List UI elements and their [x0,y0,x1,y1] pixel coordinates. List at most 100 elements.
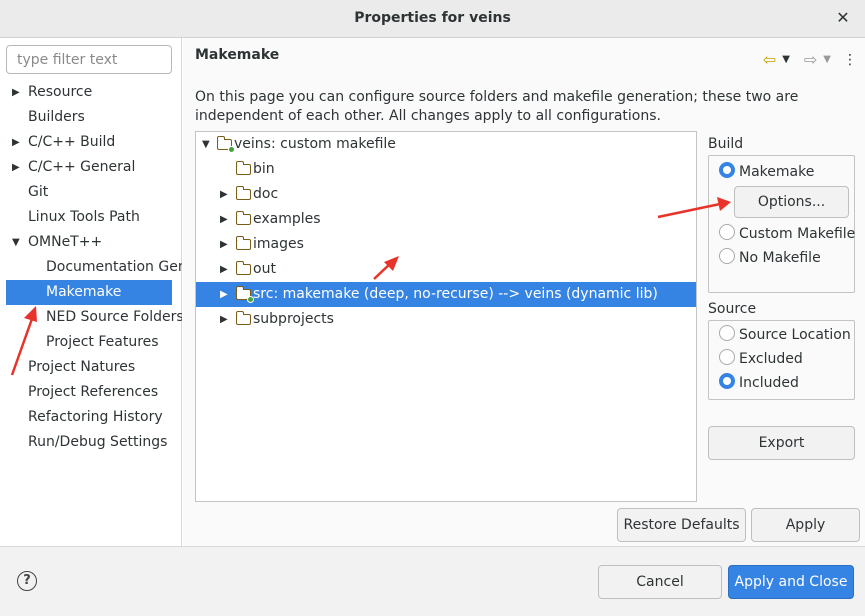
tree-row-label: doc [253,186,279,202]
source-folder-tree[interactable]: ▼ veins: custom makefile bin ▶ doc ▶ exa… [195,131,697,502]
radio-indicator[interactable] [719,325,735,341]
tree-row-label: subprojects [253,311,334,327]
expand-arrow-icon[interactable]: ▶ [220,182,228,207]
makemake-radio[interactable]: Makemake [719,161,814,183]
sidebar-item-cpp-general[interactable]: ▶ C/C++ General [0,155,182,180]
sidebar-item-cpp-build[interactable]: ▶ C/C++ Build [0,130,182,155]
expand-arrow-icon[interactable]: ▶ [12,80,20,105]
forward-menu-icon[interactable]: ▼ [823,54,831,65]
sidebar-item-project-natures[interactable]: Project Natures [0,355,182,380]
dialog-footer: ? Cancel Apply and Close [0,546,865,616]
radio-indicator[interactable] [719,349,735,365]
property-page-list: ▶ Resource Builders ▶ C/C++ Build ▶ C/C+… [0,80,182,455]
sidebar-item-label: Resource [28,84,93,100]
sidebar-item-label: Builders [28,109,85,125]
tree-row-bin[interactable]: bin [196,157,696,182]
title-bar: Properties for veins ✕ [0,0,865,38]
expand-arrow-icon[interactable]: ▶ [220,282,228,307]
sidebar-item-ned-source-folders[interactable]: NED Source Folders [0,305,182,330]
radio-label: Makemake [739,164,815,180]
close-icon[interactable]: ✕ [833,8,853,28]
sidebar-item-omnetpp[interactable]: ▼ OMNeT++ [0,230,182,255]
tree-row-examples[interactable]: ▶ examples [196,207,696,232]
main-panel: Makemake ⇦ ▼ ⇨ ▼ ⋮ On this page you can … [183,38,865,546]
tree-row-images[interactable]: ▶ images [196,232,696,257]
tree-row-label: veins: custom makefile [234,136,396,152]
cancel-button[interactable]: Cancel [598,565,722,599]
sidebar-item-label: C/C++ Build [28,134,116,150]
sidebar-item-linux-tools-path[interactable]: Linux Tools Path [0,205,182,230]
no-makefile-radio[interactable]: No Makefile [719,247,821,269]
expand-arrow-icon[interactable]: ▶ [12,155,20,180]
included-radio[interactable]: Included [719,372,799,394]
sidebar-item-label: Run/Debug Settings [28,434,168,450]
tree-row-out[interactable]: ▶ out [196,257,696,282]
sidebar-item-refactoring-history[interactable]: Refactoring History [0,405,182,430]
expand-arrow-icon[interactable]: ▶ [12,130,20,155]
sidebar-item-label: NED Source Folders [46,309,182,325]
radio-indicator[interactable] [719,224,735,240]
tree-row-doc[interactable]: ▶ doc [196,182,696,207]
export-button[interactable]: Export [708,426,855,460]
collapse-arrow-icon[interactable]: ▼ [202,132,210,157]
filter-input[interactable] [6,45,172,74]
page-description: On this page you can configure source fo… [195,89,799,124]
folder-icon [235,186,251,200]
restore-defaults-button[interactable]: Restore Defaults [617,508,746,542]
expand-arrow-icon[interactable]: ▶ [220,207,228,232]
help-icon[interactable]: ? [17,571,37,591]
window-title: Properties for veins [354,10,511,26]
tree-row-label: images [253,236,304,252]
tree-row-src[interactable]: ▶ src: makemake (deep, no-recurse) --> v… [196,282,696,307]
radio-label: Excluded [739,351,803,367]
sidebar-item-label: Project References [28,384,159,400]
sidebar-item-label: Project Features [46,334,159,350]
sidebar-item-label: Git [28,184,49,200]
forward-arrow-icon[interactable]: ⇨ [804,50,817,69]
radio-label: No Makefile [739,250,821,266]
sidebar-item-git[interactable]: Git [0,180,182,205]
sidebar-item-resource[interactable]: ▶ Resource [0,80,182,105]
sidebar-item-builders[interactable]: Builders [0,105,182,130]
page-title: Makemake [195,47,280,63]
history-controls: ⇦ ▼ ⇨ ▼ ⋮ [763,50,857,69]
expand-arrow-icon[interactable]: ▶ [220,257,228,282]
radio-indicator[interactable] [719,373,735,389]
custom-makefile-radio[interactable]: Custom Makefile [719,223,855,245]
radio-indicator[interactable] [719,248,735,264]
expand-arrow-icon[interactable]: ▶ [220,307,228,332]
tree-row-root[interactable]: ▼ veins: custom makefile [196,132,696,157]
back-arrow-icon[interactable]: ⇦ [763,50,776,69]
radio-label: Source Location [739,327,851,343]
back-menu-icon[interactable]: ▼ [782,54,790,65]
sidebar: ▶ Resource Builders ▶ C/C++ Build ▶ C/C+… [0,38,182,546]
options-button[interactable]: Options... [734,186,849,218]
apply-button[interactable]: Apply [751,508,860,542]
excluded-radio[interactable]: Excluded [719,348,803,370]
build-group-label: Build [708,136,744,152]
folder-icon [235,261,251,275]
collapse-arrow-icon[interactable]: ▼ [12,230,20,255]
sidebar-item-label: C/C++ General [28,159,136,175]
sidebar-item-run-debug-settings[interactable]: Run/Debug Settings [0,430,182,455]
source-location-radio[interactable]: Source Location [719,324,851,346]
sidebar-item-project-features[interactable]: Project Features [0,330,182,355]
source-folder-icon [235,286,254,303]
more-options-icon[interactable]: ⋮ [843,52,857,68]
sidebar-item-label: Refactoring History [28,409,163,425]
radio-label: Custom Makefile [739,226,856,242]
folder-icon [235,161,251,175]
radio-indicator[interactable] [719,162,735,178]
sidebar-item-label: OMNeT++ [28,234,103,250]
tree-row-label: bin [253,161,275,177]
sidebar-item-makemake[interactable]: Makemake [6,280,172,305]
apply-and-close-button[interactable]: Apply and Close [728,565,854,599]
sidebar-item-label: Documentation Generator [46,259,182,275]
tree-row-subprojects[interactable]: ▶ subprojects [196,307,696,332]
folder-icon [235,211,251,225]
expand-arrow-icon[interactable]: ▶ [220,232,228,257]
sidebar-item-project-references[interactable]: Project References [0,380,182,405]
source-group: Source Location Excluded Included [708,320,855,400]
sidebar-item-documentation-generator[interactable]: Documentation Generator [0,255,182,280]
folder-icon [235,236,251,250]
